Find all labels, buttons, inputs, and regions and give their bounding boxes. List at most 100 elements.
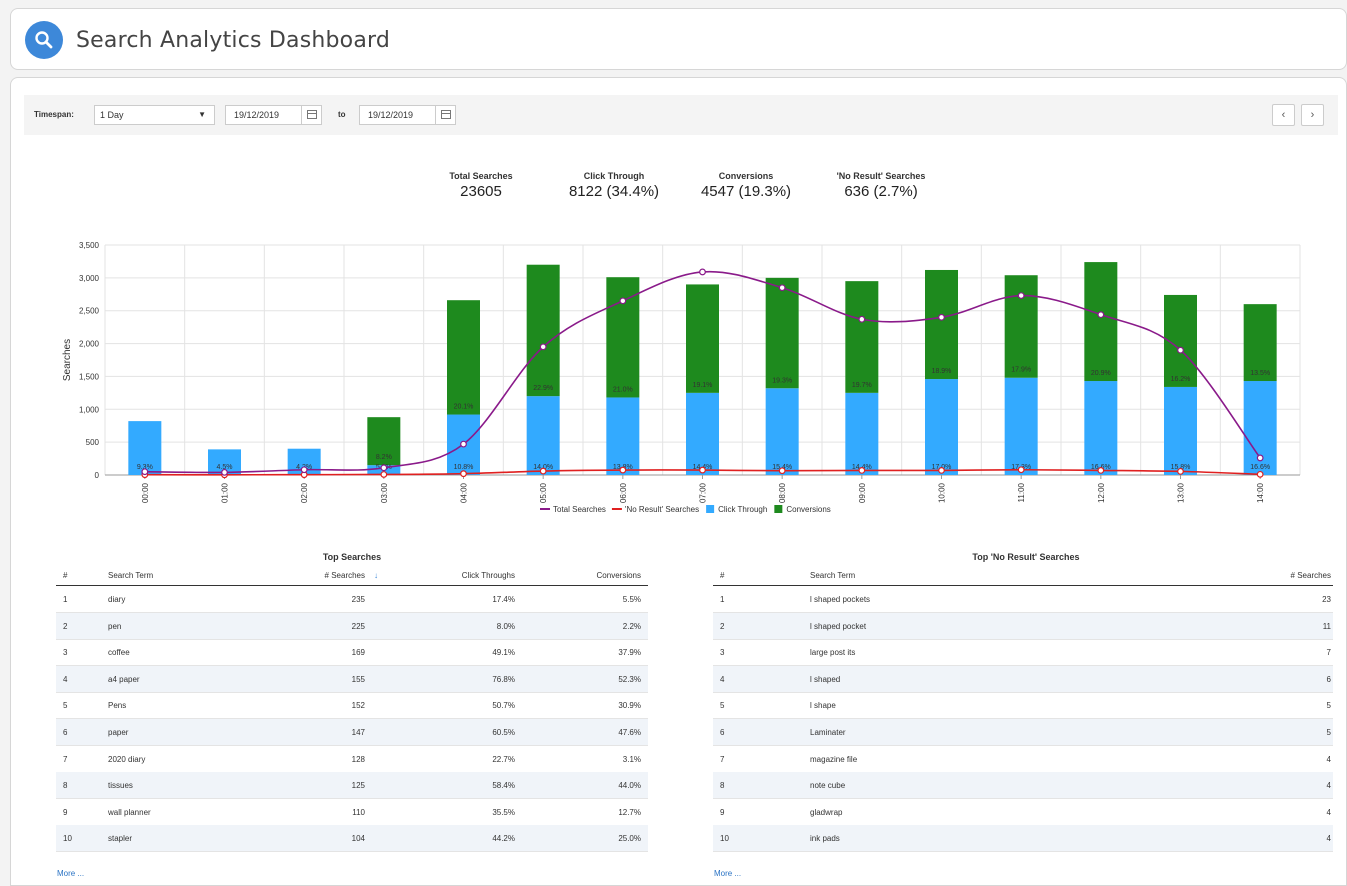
col-header[interactable]: Search Term bbox=[810, 571, 855, 580]
table-cell: stapler bbox=[108, 834, 133, 844]
table-row[interactable]: 8 note cube 4 bbox=[713, 772, 1333, 800]
bar-click-through bbox=[1004, 377, 1038, 475]
x-tick-label: 00:00 bbox=[141, 482, 150, 503]
table-row[interactable]: 9 wall planner 110 35.5% 12.7% bbox=[56, 799, 648, 826]
table-cell: 4 bbox=[1326, 807, 1331, 817]
table-row[interactable]: 2 pen 225 8.0% 2.2% bbox=[56, 612, 648, 640]
table-cell: 23 bbox=[1322, 595, 1331, 604]
col-header[interactable]: # Searches bbox=[1291, 571, 1331, 580]
data-label: 16.2% bbox=[1171, 376, 1191, 383]
table-cell: gladwrap bbox=[810, 807, 843, 817]
col-header: # bbox=[63, 571, 68, 580]
more-link[interactable]: More ... bbox=[57, 869, 84, 878]
table-cell: 5.5% bbox=[622, 595, 641, 604]
table-row[interactable]: 3 large post its 7 bbox=[713, 639, 1333, 667]
table-cell: 9 bbox=[63, 807, 68, 817]
sort-arrow-icon[interactable]: ↓ bbox=[374, 571, 378, 580]
table-cell: 11 bbox=[1322, 621, 1331, 631]
table-row[interactable]: 2 l shaped pocket 11 bbox=[713, 612, 1333, 640]
table-cell: 58.4% bbox=[492, 781, 515, 791]
data-point bbox=[221, 468, 228, 476]
table-cell: 12.7% bbox=[618, 807, 641, 817]
table-row[interactable]: 7 magazine file 4 bbox=[713, 746, 1333, 773]
col-header[interactable]: # Searches bbox=[325, 571, 365, 580]
table-row[interactable]: 9 gladwrap 4 bbox=[713, 799, 1333, 826]
x-tick-label: 10:00 bbox=[938, 482, 947, 503]
table-cell: 1 bbox=[720, 595, 725, 604]
y-tick-label: 2,000 bbox=[79, 340, 100, 349]
table-cell: 104 bbox=[351, 834, 365, 844]
top-searches-table: Top Searches # Search Term # Searches ↓ … bbox=[56, 552, 648, 853]
table-cell: 155 bbox=[351, 674, 365, 684]
table-cell: 44.0% bbox=[618, 781, 641, 791]
x-tick-label: 07:00 bbox=[699, 482, 708, 503]
table-row[interactable]: 5 Pens 152 50.7% 30.9% bbox=[56, 692, 648, 720]
data-point bbox=[539, 343, 547, 351]
data-label: 19.3% bbox=[772, 377, 792, 384]
legend-label: Total Searches bbox=[553, 505, 606, 514]
col-header[interactable]: Search Term bbox=[108, 571, 153, 580]
data-label: 22.9% bbox=[533, 385, 553, 392]
more-link[interactable]: More ... bbox=[714, 869, 741, 878]
data-point bbox=[1097, 467, 1105, 474]
x-tick-label: 03:00 bbox=[380, 482, 389, 503]
table-row[interactable]: 4 l shaped 6 bbox=[713, 665, 1333, 693]
data-point bbox=[858, 315, 866, 323]
table-row[interactable]: 1 diary 235 17.4% 5.5% bbox=[56, 586, 648, 613]
bar-click-through bbox=[1084, 381, 1118, 475]
table-cell: 152 bbox=[351, 701, 365, 711]
bar-click-through bbox=[686, 392, 719, 475]
table-row[interactable]: 10 ink pads 4 bbox=[713, 825, 1333, 853]
x-tick-label: 12:00 bbox=[1097, 482, 1106, 503]
table-cell: 128 bbox=[351, 754, 365, 764]
bar-conversions bbox=[447, 300, 480, 415]
table-cell: 25.0% bbox=[618, 834, 641, 844]
table-cell: 110 bbox=[352, 807, 365, 817]
table-row[interactable]: 6 Laminater 5 bbox=[713, 719, 1333, 746]
table-row[interactable]: 3 coffee 169 49.1% 37.9% bbox=[56, 639, 648, 667]
table-row[interactable]: 10 stapler 104 44.2% 25.0% bbox=[56, 825, 648, 853]
table-cell: 169 bbox=[351, 648, 365, 658]
table-cell: 3.1% bbox=[622, 754, 641, 764]
data-label: 20.9% bbox=[1091, 370, 1111, 377]
x-tick-label: 05:00 bbox=[539, 482, 548, 503]
data-point bbox=[380, 471, 388, 478]
y-tick-label: 1,000 bbox=[79, 405, 100, 414]
table-cell: Pens bbox=[108, 701, 127, 711]
data-label: 18.9% bbox=[932, 368, 952, 375]
table-cell: large post its bbox=[810, 648, 856, 658]
table-cell: magazine file bbox=[810, 754, 858, 764]
bar-conversions bbox=[1084, 262, 1118, 382]
table-cell: 7 bbox=[63, 754, 68, 764]
table-cell: 2 bbox=[63, 621, 68, 631]
x-tick-label: 11:00 bbox=[1017, 482, 1026, 502]
table-cell: 2020 diary bbox=[108, 754, 146, 764]
data-point bbox=[619, 297, 627, 305]
table-row[interactable]: 4 a4 paper 155 76.8% 52.3% bbox=[56, 665, 648, 693]
table-row[interactable]: 8 tissues 125 58.4% 44.0% bbox=[56, 772, 648, 800]
table-cell: 10 bbox=[63, 834, 72, 844]
data-label: 19.7% bbox=[852, 382, 872, 389]
data-point bbox=[1097, 311, 1105, 319]
x-tick-label: 01:00 bbox=[221, 482, 230, 503]
col-header[interactable]: Click Throughs bbox=[462, 571, 515, 580]
top-no-result-table: Top 'No Result' Searches # Search Term #… bbox=[713, 552, 1333, 853]
table-row[interactable]: 7 2020 diary 128 22.7% 3.1% bbox=[56, 746, 648, 773]
table-cell: 44.2% bbox=[492, 834, 515, 844]
table-cell: 1 bbox=[63, 595, 68, 604]
data-point bbox=[858, 467, 866, 474]
col-header[interactable]: Conversions bbox=[597, 571, 641, 580]
table-cell: 5 bbox=[1326, 728, 1331, 737]
x-tick-label: 04:00 bbox=[460, 482, 469, 503]
table-row[interactable]: 6 paper 147 60.5% 47.6% bbox=[56, 719, 648, 746]
table-title: Top 'No Result' Searches bbox=[972, 552, 1080, 562]
table-cell: 10 bbox=[720, 834, 729, 844]
data-point bbox=[699, 268, 706, 276]
table-cell: 9 bbox=[720, 807, 725, 817]
data-label: 16.6% bbox=[1250, 464, 1270, 471]
table-cell: 22.7% bbox=[492, 754, 515, 764]
x-tick-label: 13:00 bbox=[1177, 482, 1186, 503]
table-row[interactable]: 5 l shape 5 bbox=[713, 692, 1333, 720]
bar-conversions bbox=[526, 264, 560, 397]
table-row[interactable]: 1 l shaped pockets 23 bbox=[713, 586, 1333, 613]
